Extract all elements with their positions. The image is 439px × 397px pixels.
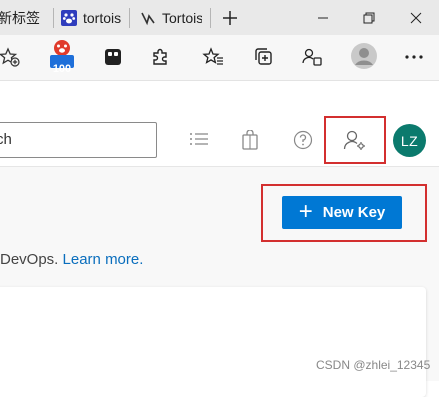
collections-button[interactable] [250,43,278,71]
task-list-button[interactable] [185,126,213,154]
minimize-button[interactable] [300,0,346,35]
favorites-icon [202,47,223,65]
profile-icon [351,43,377,69]
user-settings-icon [343,130,365,150]
performance-icon [302,48,322,66]
marketplace-button[interactable] [236,126,264,154]
baidu-badge-count: 100 [52,63,72,75]
user-avatar[interactable]: LZ [393,124,426,157]
more-icon [405,55,423,59]
tab-label: 新标签 [0,9,40,26]
watermark: CSDN @zhlei_12345 [316,358,431,372]
add-favorite-icon [0,47,20,67]
tab-tortoise-2[interactable]: Tortoise [140,0,208,35]
search-input[interactable] [0,123,141,155]
tab-label: tortoise [83,9,121,26]
close-window-button[interactable] [392,0,439,35]
profile-button[interactable] [349,41,379,71]
extensions-button[interactable] [146,43,174,71]
tab-label: Tortoise [162,9,202,26]
close-icon [410,12,421,23]
new-key-button[interactable]: + New Key [282,196,402,229]
help-button[interactable] [289,126,317,154]
tab-divider [210,8,211,28]
info-text: DevOps. Learn more. [0,251,143,268]
tab-divider [129,8,130,28]
user-settings-button[interactable] [341,126,369,154]
task-list-icon [190,133,208,145]
info-devops-text: DevOps. [0,251,59,268]
plus-icon: + [298,197,313,225]
help-icon [293,130,313,150]
browser-toolbar: 100 [0,35,439,81]
new-key-label: New Key [322,204,386,221]
extension-square-icon [105,49,121,65]
extensions-puzzle-icon [153,48,167,65]
baidu-badge-button[interactable]: 100 [48,40,76,75]
minimize-icon [318,17,328,18]
tab-tortoise-1[interactable]: tortoise [61,0,127,35]
extension-square-button[interactable] [99,43,127,71]
browser-tab-strip: 新标签 tortoise Tortoise [0,0,439,35]
more-button[interactable] [400,43,428,71]
shopping-bag-icon [242,130,258,150]
plus-icon [223,10,237,25]
learn-more-link[interactable]: Learn more. [63,251,144,268]
baidu-paw-icon [61,9,77,26]
restore-button[interactable] [346,0,392,35]
search-box[interactable] [0,122,157,158]
tab-new-tab[interactable]: 新标签 [0,0,50,35]
collections-icon [255,48,272,65]
tortoise-logo-icon [140,10,156,26]
add-favorite-button[interactable] [0,43,24,71]
restore-icon [363,12,375,23]
tab-divider [53,8,54,28]
favorites-button[interactable] [199,43,227,71]
avatar-initials: LZ [400,132,419,149]
new-tab-button[interactable] [216,0,244,35]
performance-button[interactable] [298,43,326,71]
